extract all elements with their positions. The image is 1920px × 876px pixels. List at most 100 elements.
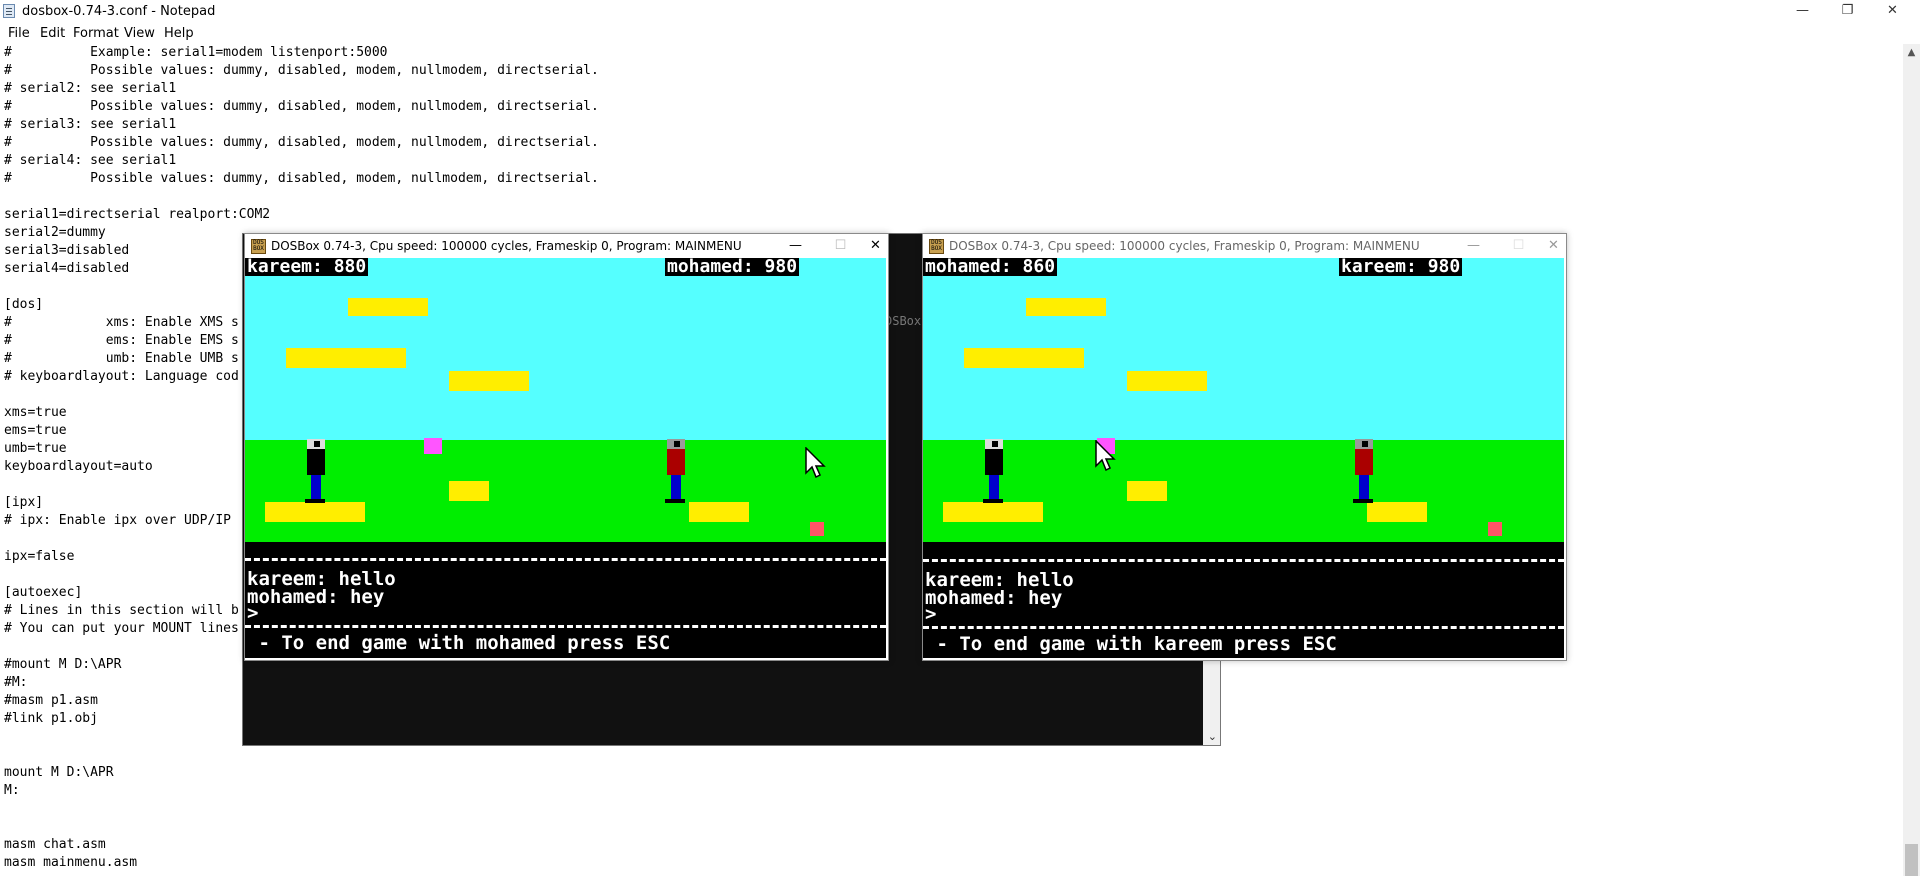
chat-input-prompt[interactable]: > — [925, 605, 936, 624]
player-score-right: mohamed: 980 — [665, 258, 800, 277]
chat-divider — [923, 559, 1564, 562]
editor-line: serial4=disabled — [4, 261, 130, 276]
player-body — [667, 449, 685, 475]
editor-line: [dos] — [4, 297, 44, 312]
editor-line: ipx=false — [4, 549, 75, 564]
editor-line: ems=true — [4, 423, 67, 438]
dosbox-window-title: DOSBox 0.74-3, Cpu speed: 100000 cycles,… — [949, 239, 1420, 253]
platform — [348, 298, 428, 316]
editor-line: # ems: Enable EMS s — [4, 333, 239, 348]
chat-input-prompt[interactable]: > — [247, 604, 258, 623]
menu-file[interactable]: File — [8, 26, 30, 41]
scroll-up-arrow-icon[interactable]: ▲ — [1903, 44, 1920, 61]
editor-line: # serial4: see serial1 — [4, 153, 177, 168]
editor-line: # Example: serial1=modem listenport:5000 — [4, 45, 388, 60]
dosbox-titlebar[interactable]: DOS BOX DOSBox 0.74-3, Cpu speed: 100000 … — [245, 234, 888, 258]
player-eye — [314, 441, 320, 447]
chat-divider — [923, 626, 1564, 629]
player-feet — [665, 499, 685, 503]
close-button[interactable]: ✕ — [863, 234, 888, 258]
vertical-scrollbar[interactable]: ▲ — [1903, 44, 1920, 876]
menu-help[interactable]: Help — [164, 26, 194, 41]
footer-instruction: - To end game with kareem press ESC — [925, 633, 1337, 655]
game-screen[interactable]: kareem: 880 mohamed: 980 kareem: hello m… — [245, 258, 886, 658]
platform — [1367, 502, 1427, 522]
editor-line: # umb: Enable UMB s — [4, 351, 239, 366]
editor-line: #M: — [4, 675, 28, 690]
platform — [964, 348, 1084, 368]
editor-line: #mount M D:\APR — [4, 657, 122, 672]
player-body — [1355, 449, 1373, 475]
player-kareem — [983, 439, 1007, 503]
dosbox-window-right[interactable]: DOS BOX DOSBox 0.74-3, Cpu speed: 100000 … — [922, 233, 1567, 661]
player-mohamed — [1353, 439, 1377, 503]
dosbox-window-title: DOSBox 0.74-3, Cpu speed: 100000 cycles,… — [271, 239, 742, 253]
ground — [923, 440, 1564, 542]
scroll-down-arrow-icon[interactable]: ⌄ — [1208, 730, 1217, 743]
platform — [1127, 371, 1207, 391]
editor-line: # serial2: see serial1 — [4, 81, 177, 96]
player-mohamed — [665, 439, 689, 503]
editor-line: [ipx] — [4, 495, 44, 510]
editor-line: # Possible values: dummy, disabled, mode… — [4, 135, 599, 150]
editor-line: # serial3: see serial1 — [4, 117, 177, 132]
menu-view[interactable]: View — [124, 26, 155, 41]
editor-line: # keyboardlayout: Language cod — [4, 369, 239, 384]
player-eye — [992, 441, 998, 447]
editor-line: masm mainmenu.asm — [4, 855, 138, 870]
platform — [449, 371, 529, 391]
menu-bar: File Edit Format View Help — [0, 24, 1920, 44]
minimize-button[interactable]: — — [773, 234, 818, 258]
chat-divider — [245, 558, 886, 561]
editor-line: #masm p1.asm — [4, 693, 98, 708]
player-feet — [305, 499, 325, 503]
player-eye — [1362, 441, 1368, 447]
minimize-button[interactable]: — — [1780, 0, 1825, 22]
dosbox-window-left[interactable]: DOS BOX DOSBox 0.74-3, Cpu speed: 100000 … — [244, 233, 889, 661]
close-button[interactable]: ✕ — [1541, 234, 1566, 258]
editor-line: # You can put your MOUNT lines — [4, 621, 239, 636]
maximize-button[interactable]: ☐ — [818, 234, 863, 258]
platform — [1026, 298, 1106, 316]
editor-line: # Lines in this section will b — [4, 603, 239, 618]
notepad-titlebar[interactable]: dosbox-0.74-3.conf - Notepad — ❐ ✕ — [0, 0, 1920, 24]
dosbox-app-icon: DOS BOX — [251, 239, 266, 254]
menu-format[interactable]: Format — [73, 26, 119, 41]
notepad-window-title: dosbox-0.74-3.conf - Notepad — [22, 4, 216, 19]
player-head — [307, 439, 325, 449]
close-button[interactable]: ✕ — [1870, 0, 1915, 22]
platform — [286, 348, 406, 368]
player-head — [1355, 439, 1373, 449]
platform — [449, 481, 489, 501]
editor-line: # Possible values: dummy, disabled, mode… — [4, 99, 599, 114]
chat-line: mohamed: hey — [247, 586, 385, 608]
editor-line: # Possible values: dummy, disabled, mode… — [4, 171, 599, 186]
player-body — [985, 449, 1003, 475]
player-score-right: kareem: 980 — [1339, 258, 1463, 277]
minimize-button[interactable]: — — [1451, 234, 1496, 258]
maximize-button[interactable]: ☐ — [1496, 234, 1541, 258]
platform — [1127, 481, 1167, 501]
editor-line: xms=true — [4, 405, 67, 420]
player-legs — [1359, 475, 1369, 499]
player-head — [985, 439, 1003, 449]
editor-line: # Possible values: dummy, disabled, mode… — [4, 63, 599, 78]
dosbox-titlebar[interactable]: DOS BOX DOSBox 0.74-3, Cpu speed: 100000 … — [923, 234, 1566, 258]
notepad-app-icon — [3, 4, 15, 18]
player-head — [667, 439, 685, 449]
menu-edit[interactable]: Edit — [40, 26, 65, 41]
editor-line: # ipx: Enable ipx over UDP/IP — [4, 513, 231, 528]
player-body — [307, 449, 325, 475]
platform — [689, 502, 749, 522]
player-legs — [671, 475, 681, 499]
scroll-thumb[interactable] — [1905, 844, 1918, 876]
chat-divider — [245, 625, 886, 628]
editor-line: serial1=directserial realport:COM2 — [4, 207, 271, 222]
player-score-left: kareem: 880 — [245, 258, 369, 277]
console-text-fragment: DSBox — [885, 314, 922, 328]
game-screen[interactable]: mohamed: 860 kareem: 980 kareem: hello m… — [923, 258, 1564, 658]
restore-button[interactable]: ❐ — [1825, 0, 1870, 22]
editor-line: serial3=disabled — [4, 243, 130, 258]
chat-line: mohamed: hey — [925, 587, 1063, 609]
editor-line: mount M D:\APR — [4, 765, 114, 780]
